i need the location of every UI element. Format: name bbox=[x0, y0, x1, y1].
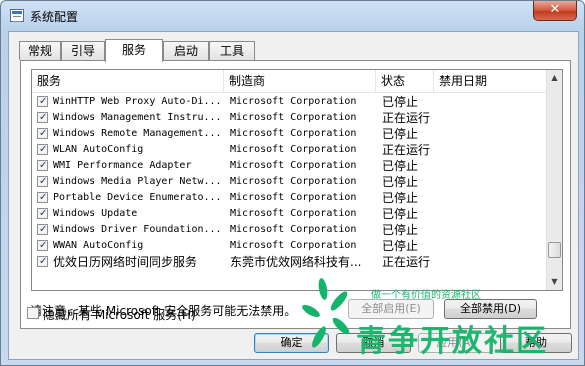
service-name: Windows Driver Foundation... bbox=[53, 224, 222, 235]
table-row[interactable]: WLAN AutoConfig Microsoft Corporation 正在运行 bbox=[32, 142, 547, 158]
service-checkbox[interactable] bbox=[37, 206, 48, 222]
service-checkbox[interactable] bbox=[37, 126, 48, 142]
service-name: WWAN AutoConfig bbox=[53, 240, 144, 251]
hide-microsoft-label: 隐藏所有 Microsoft 服务(H) bbox=[43, 308, 196, 322]
service-name: Windows Remote Management... bbox=[53, 128, 222, 139]
service-status: 已停止 bbox=[382, 159, 419, 173]
table-row[interactable]: WWAN AutoConfig Microsoft Corporation 已停止 bbox=[32, 238, 547, 254]
scroll-up-icon[interactable]: ▲ bbox=[547, 70, 562, 86]
vertical-scrollbar[interactable]: ▲ ▼ bbox=[546, 70, 562, 290]
table-row[interactable]: WMI Performance Adapter Microsoft Corpora… bbox=[32, 158, 547, 174]
service-name: WinHTTP Web Proxy Auto-Di... bbox=[53, 96, 222, 107]
disable-all-button[interactable]: 全部禁用(D) bbox=[444, 299, 537, 319]
service-manufacturer: Microsoft Corporation bbox=[230, 96, 357, 107]
service-manufacturer: Microsoft Corporation bbox=[230, 240, 357, 251]
service-name: Portable Device Enumerato... bbox=[53, 192, 222, 203]
tab-boot[interactable]: 引导 bbox=[61, 41, 105, 60]
service-manufacturer: Microsoft Corporation bbox=[230, 144, 357, 155]
service-status: 已停止 bbox=[382, 207, 419, 221]
system-config-window: 系统配置 ✕ 常规 引导 服务 启动 工具 服务 制造商 状态 禁用日期 Win… bbox=[0, 0, 585, 366]
service-name: Windows Update bbox=[53, 208, 138, 219]
service-manufacturer: 东莞市优效网络科技有... bbox=[230, 255, 362, 269]
service-checkbox[interactable] bbox=[37, 94, 48, 110]
service-checkbox[interactable] bbox=[37, 142, 48, 158]
service-status: 正在运行 bbox=[382, 111, 431, 125]
service-checkbox[interactable] bbox=[37, 190, 48, 206]
service-name: Windows Media Player Netw... bbox=[53, 176, 222, 187]
service-status: 正在运行 bbox=[382, 143, 431, 157]
service-manufacturer: Microsoft Corporation bbox=[230, 112, 357, 123]
service-checkbox[interactable] bbox=[37, 254, 48, 270]
table-row[interactable]: Windows Media Player Netw... Microsoft Co… bbox=[32, 174, 547, 190]
service-status: 已停止 bbox=[382, 95, 419, 109]
table-row[interactable]: Windows Management Instru... Microsoft Co… bbox=[32, 110, 547, 126]
cancel-button[interactable]: 取消 bbox=[336, 333, 411, 353]
hide-microsoft-checkbox[interactable] bbox=[27, 307, 39, 319]
service-checkbox[interactable] bbox=[37, 222, 48, 238]
title-bar[interactable]: 系统配置 ✕ bbox=[1, 1, 585, 31]
service-checkbox[interactable] bbox=[37, 158, 48, 174]
list-header: 服务 制造商 状态 禁用日期 bbox=[32, 70, 547, 93]
service-name: 优效日历网络时间同步服务 bbox=[53, 255, 198, 269]
column-header-status[interactable]: 状态 bbox=[376, 70, 434, 92]
service-manufacturer: Microsoft Corporation bbox=[230, 128, 357, 139]
service-manufacturer: Microsoft Corporation bbox=[230, 160, 357, 171]
service-status: 已停止 bbox=[382, 175, 419, 189]
service-name: WLAN AutoConfig bbox=[53, 144, 144, 155]
scroll-thumb[interactable] bbox=[548, 242, 561, 258]
service-manufacturer: Microsoft Corporation bbox=[230, 192, 357, 203]
service-manufacturer: Microsoft Corporation bbox=[230, 176, 357, 187]
table-row[interactable]: Windows Remote Management... Microsoft Co… bbox=[32, 126, 547, 142]
service-name: WMI Performance Adapter bbox=[53, 160, 192, 171]
service-checkbox[interactable] bbox=[37, 174, 48, 190]
tab-general[interactable]: 常规 bbox=[19, 41, 61, 60]
enable-all-button[interactable]: 全部启用(E) bbox=[348, 299, 434, 319]
service-status: 正在运行 bbox=[382, 255, 431, 269]
column-header-disabled-date[interactable]: 禁用日期 bbox=[434, 70, 547, 92]
table-row[interactable]: 优效日历网络时间同步服务 东莞市优效网络科技有... 正在运行 bbox=[32, 254, 547, 270]
service-rows: WinHTTP Web Proxy Auto-Di... Microsoft Co… bbox=[32, 94, 547, 270]
service-status: 已停止 bbox=[382, 223, 419, 237]
services-list: 服务 制造商 状态 禁用日期 WinHTTP Web Proxy Auto-Di… bbox=[31, 69, 563, 291]
service-status: 已停止 bbox=[382, 127, 419, 141]
system-config-icon bbox=[10, 9, 24, 22]
scroll-down-icon[interactable]: ▼ bbox=[547, 274, 562, 290]
close-button[interactable]: ✕ bbox=[533, 1, 577, 21]
help-button[interactable]: 帮助 bbox=[500, 333, 572, 353]
service-checkbox[interactable] bbox=[37, 110, 48, 126]
table-row[interactable]: Portable Device Enumerato... Microsoft Co… bbox=[32, 190, 547, 206]
service-name: Windows Management Instru... bbox=[53, 112, 222, 123]
tab-services[interactable]: 服务 bbox=[105, 39, 163, 62]
service-status: 已停止 bbox=[382, 191, 419, 205]
column-header-service[interactable]: 服务 bbox=[32, 70, 224, 92]
services-panel: 服务 制造商 状态 禁用日期 WinHTTP Web Proxy Auto-Di… bbox=[20, 60, 571, 329]
window-title: 系统配置 bbox=[30, 10, 79, 24]
tab-tools[interactable]: 工具 bbox=[209, 41, 255, 60]
tab-startup[interactable]: 启动 bbox=[163, 41, 209, 60]
table-row[interactable]: WinHTTP Web Proxy Auto-Di... Microsoft Co… bbox=[32, 94, 547, 110]
service-checkbox[interactable] bbox=[37, 238, 48, 254]
table-row[interactable]: Windows Update Microsoft Corporation 已停止 bbox=[32, 206, 547, 222]
column-header-manufacturer[interactable]: 制造商 bbox=[224, 70, 376, 92]
service-manufacturer: Microsoft Corporation bbox=[230, 224, 357, 235]
ok-button[interactable]: 确定 bbox=[254, 333, 329, 353]
table-row[interactable]: Windows Driver Foundation... Microsoft Co… bbox=[32, 222, 547, 238]
service-status: 已停止 bbox=[382, 239, 419, 253]
service-manufacturer: Microsoft Corporation bbox=[230, 208, 357, 219]
dialog-body: 常规 引导 服务 启动 工具 服务 制造商 状态 禁用日期 WinHTTP We… bbox=[8, 31, 579, 360]
apply-button[interactable]: 应用(A) bbox=[418, 333, 493, 353]
